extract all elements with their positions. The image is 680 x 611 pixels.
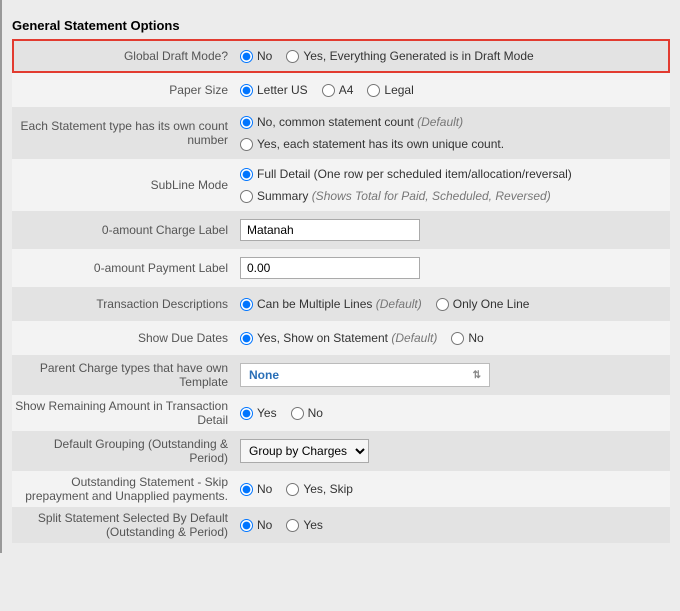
label-subline: SubLine Mode <box>12 178 240 192</box>
row-split-default: Split Statement Selected By Default (Out… <box>12 507 670 543</box>
radio-skip-yes[interactable]: Yes, Skip <box>286 482 353 496</box>
row-skip-prepay: Outstanding Statement - Skip prepayment … <box>12 471 670 507</box>
radio-subline-summary[interactable]: Summary (Shows Total for Paid, Scheduled… <box>240 189 551 203</box>
label-due-dates: Show Due Dates <box>12 331 240 345</box>
radio-due-yes[interactable]: Yes, Show on Statement (Default) <box>240 331 437 345</box>
radio-count-common[interactable]: No, common statement count (Default) <box>240 115 463 129</box>
row-global-draft: Global Draft Mode? No Yes, Everything Ge… <box>12 39 670 73</box>
radio-skip-no[interactable]: No <box>240 482 272 496</box>
label-zero-charge: 0-amount Charge Label <box>12 223 240 237</box>
radio-paper-letter[interactable]: Letter US <box>240 83 308 97</box>
label-trans-desc: Transaction Descriptions <box>12 297 240 311</box>
chevron-updown-icon: ⇅ <box>473 370 481 381</box>
row-due-dates: Show Due Dates Yes, Show on Statement (D… <box>12 321 670 355</box>
radio-trans-multi[interactable]: Can be Multiple Lines (Default) <box>240 297 422 311</box>
label-count-number: Each Statement type has its own count nu… <box>12 119 240 147</box>
row-zero-payment: 0-amount Payment Label <box>12 249 670 287</box>
radio-remaining-yes[interactable]: Yes <box>240 406 277 420</box>
row-trans-desc: Transaction Descriptions Can be Multiple… <box>12 287 670 321</box>
row-remaining: Show Remaining Amount in Transaction Det… <box>12 395 670 431</box>
label-split-default: Split Statement Selected By Default (Out… <box>12 511 240 539</box>
section-title: General Statement Options <box>12 18 670 33</box>
radio-remaining-no[interactable]: No <box>291 406 323 420</box>
row-grouping: Default Grouping (Outstanding & Period) … <box>12 431 670 471</box>
radio-subline-full[interactable]: Full Detail (One row per scheduled item/… <box>240 167 572 181</box>
label-remaining: Show Remaining Amount in Transaction Det… <box>12 399 240 427</box>
radio-global-draft-no[interactable]: No <box>240 49 272 63</box>
select-parent-template[interactable]: None ⇅ <box>240 363 490 387</box>
radio-count-unique[interactable]: Yes, each statement has its own unique c… <box>240 137 504 151</box>
row-zero-charge: 0-amount Charge Label <box>12 211 670 249</box>
radio-due-no[interactable]: No <box>451 331 483 345</box>
label-zero-payment: 0-amount Payment Label <box>12 261 240 275</box>
radio-split-no[interactable]: No <box>240 518 272 532</box>
radio-trans-one[interactable]: Only One Line <box>436 297 530 311</box>
radio-split-yes[interactable]: Yes <box>286 518 323 532</box>
label-grouping: Default Grouping (Outstanding & Period) <box>12 437 240 465</box>
label-paper-size: Paper Size <box>12 83 240 97</box>
label-skip-prepay: Outstanding Statement - Skip prepayment … <box>12 475 240 503</box>
radio-global-draft-yes[interactable]: Yes, Everything Generated is in Draft Mo… <box>286 49 533 63</box>
select-grouping[interactable]: Group by Charges <box>240 439 369 463</box>
label-global-draft: Global Draft Mode? <box>12 49 240 63</box>
row-paper-size: Paper Size Letter US A4 Legal <box>12 73 670 107</box>
row-count-number: Each Statement type has its own count nu… <box>12 107 670 159</box>
row-subline: SubLine Mode Full Detail (One row per sc… <box>12 159 670 211</box>
input-zero-charge[interactable] <box>240 219 420 241</box>
select-parent-template-value: None <box>249 368 279 382</box>
input-zero-payment[interactable] <box>240 257 420 279</box>
radio-paper-legal[interactable]: Legal <box>367 83 413 97</box>
label-parent-template: Parent Charge types that have own Templa… <box>12 361 240 389</box>
settings-panel: General Statement Options Global Draft M… <box>0 0 680 553</box>
radio-paper-a4[interactable]: A4 <box>322 83 354 97</box>
row-parent-template: Parent Charge types that have own Templa… <box>12 355 670 395</box>
